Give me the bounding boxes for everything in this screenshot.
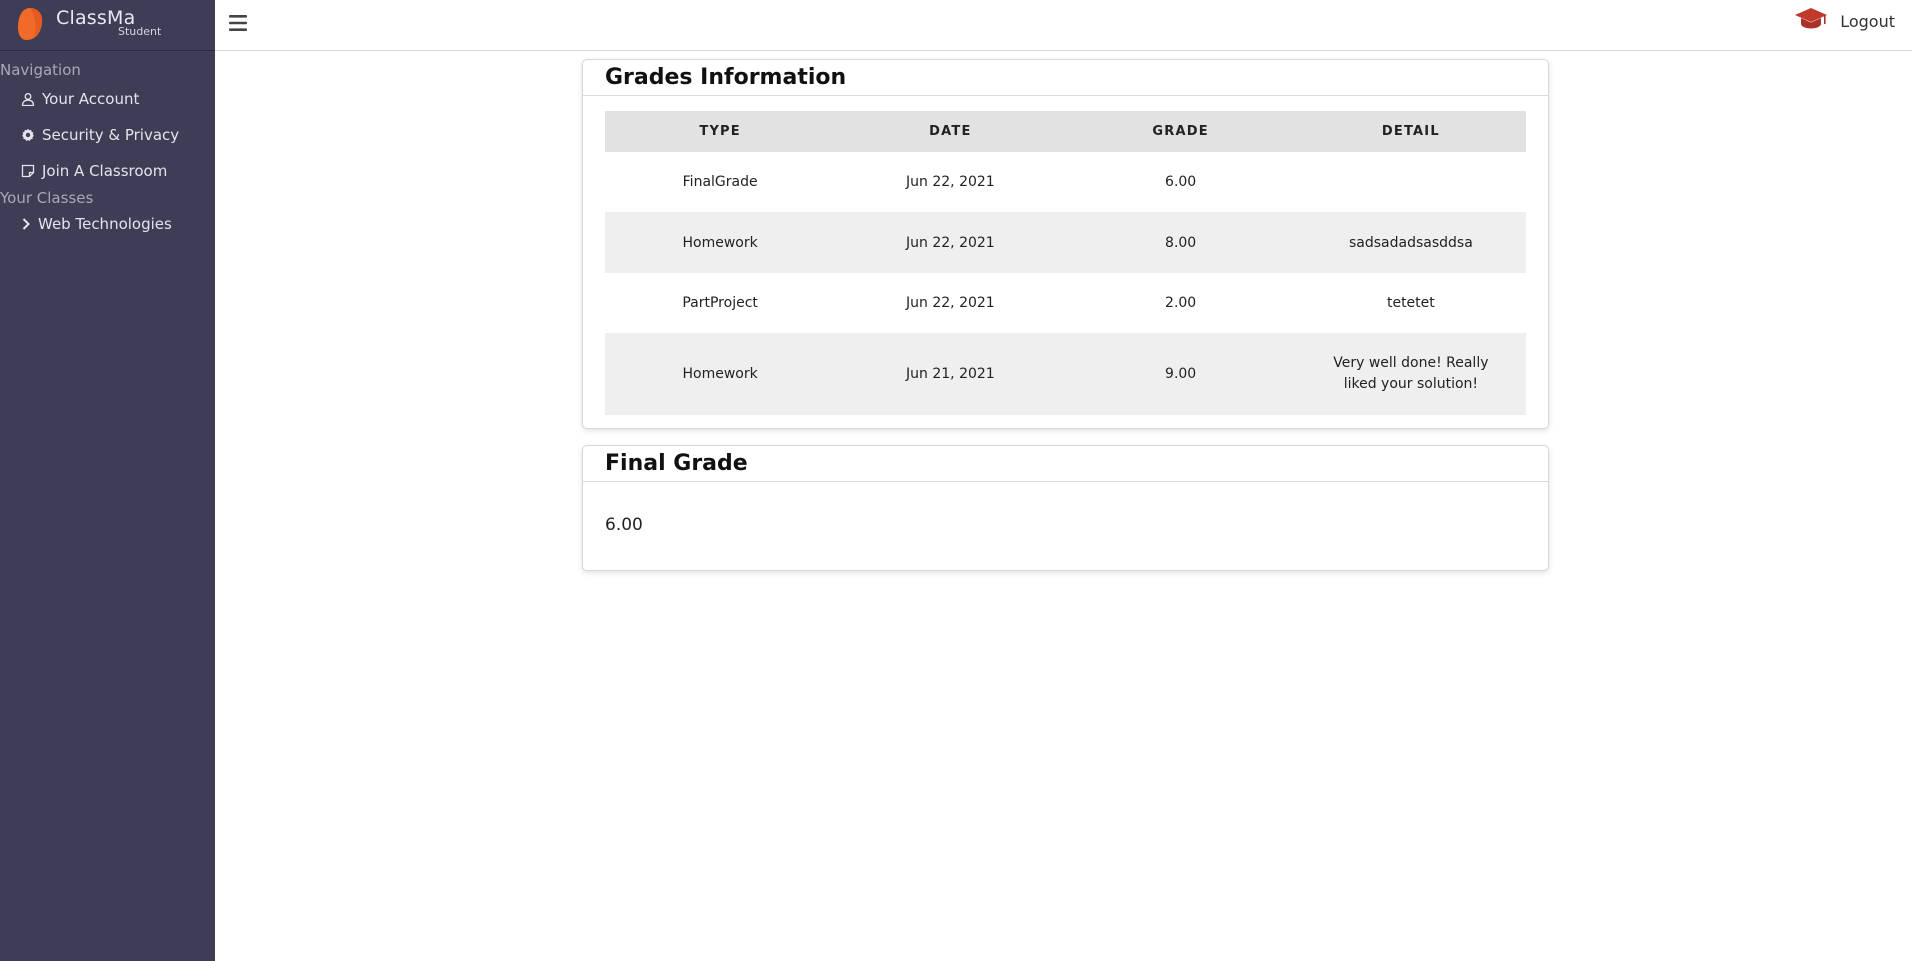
chevron-right-icon bbox=[21, 217, 31, 231]
grades-table: TYPE DATE GRADE DETAIL FinalGrade Jun 22… bbox=[605, 111, 1526, 415]
final-grade-value: 6.00 bbox=[605, 515, 643, 535]
gear-icon bbox=[21, 128, 35, 142]
cell-date: Jun 21, 2021 bbox=[835, 333, 1066, 415]
sidebar-item-join-classroom[interactable]: Join A Classroom bbox=[0, 153, 215, 189]
cell-type: Homework bbox=[605, 333, 836, 415]
cell-grade: 9.00 bbox=[1065, 333, 1296, 415]
brand-role: Student bbox=[118, 25, 162, 38]
cell-date: Jun 22, 2021 bbox=[835, 152, 1066, 212]
column-header-grade: GRADE bbox=[1065, 111, 1296, 152]
user-icon bbox=[21, 92, 35, 106]
column-header-detail: DETAIL bbox=[1295, 111, 1526, 152]
cell-grade: 6.00 bbox=[1065, 152, 1296, 212]
table-header-row: TYPE DATE GRADE DETAIL bbox=[605, 111, 1526, 152]
card-title: Grades Information bbox=[583, 60, 1548, 96]
topbar: Logout bbox=[215, 0, 1912, 51]
card-title: Final Grade bbox=[583, 446, 1548, 482]
sidebar-item-your-account[interactable]: Your Account bbox=[0, 81, 215, 117]
cell-detail bbox=[1295, 152, 1526, 212]
sidebar-item-label: Web Technologies bbox=[38, 215, 172, 233]
cell-type: Homework bbox=[605, 212, 836, 273]
note-icon bbox=[21, 164, 35, 178]
cell-type: FinalGrade bbox=[605, 152, 836, 212]
sidebar-item-label: Security & Privacy bbox=[42, 126, 180, 144]
brand[interactable]: ClassMa Student bbox=[0, 0, 215, 51]
sidebar-item-web-technologies[interactable]: Web Technologies bbox=[0, 206, 215, 242]
cell-detail: Very well done! Really liked your soluti… bbox=[1295, 333, 1526, 415]
sidebar: ClassMa Student Navigation Your Account … bbox=[0, 0, 215, 961]
classma-logo-icon bbox=[18, 8, 43, 40]
table-row: Homework Jun 22, 2021 8.00 sadsadadsasdd… bbox=[605, 212, 1526, 273]
sidebar-item-security-privacy[interactable]: Security & Privacy bbox=[0, 117, 215, 153]
sidebar-section-navigation: Navigation bbox=[0, 61, 81, 79]
cell-detail: tetetet bbox=[1295, 273, 1526, 333]
cell-grade: 2.00 bbox=[1065, 273, 1296, 333]
table-row: Homework Jun 21, 2021 9.00 Very well don… bbox=[605, 333, 1526, 415]
table-row: PartProject Jun 22, 2021 2.00 tetetet bbox=[605, 273, 1526, 333]
grades-information-card: Grades Information TYPE DATE GRADE DETAI… bbox=[582, 59, 1549, 429]
hamburger-icon[interactable] bbox=[227, 12, 249, 34]
column-header-type: TYPE bbox=[605, 111, 836, 152]
cell-date: Jun 22, 2021 bbox=[835, 212, 1066, 273]
cell-date: Jun 22, 2021 bbox=[835, 273, 1066, 333]
sidebar-item-label: Join A Classroom bbox=[42, 162, 168, 180]
cell-type: PartProject bbox=[605, 273, 836, 333]
cell-detail: sadsadadsasddsa bbox=[1295, 212, 1526, 273]
logout-link[interactable]: Logout bbox=[1840, 12, 1895, 31]
table-row: FinalGrade Jun 22, 2021 6.00 bbox=[605, 152, 1526, 212]
column-header-date: DATE bbox=[835, 111, 1066, 152]
final-grade-card: Final Grade 6.00 bbox=[582, 445, 1549, 571]
sidebar-item-label: Your Account bbox=[42, 90, 140, 108]
cell-grade: 8.00 bbox=[1065, 212, 1296, 273]
graduation-cap-icon[interactable] bbox=[1793, 5, 1829, 31]
